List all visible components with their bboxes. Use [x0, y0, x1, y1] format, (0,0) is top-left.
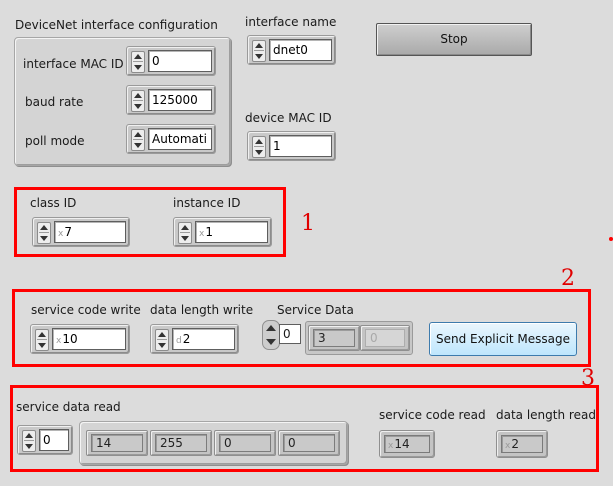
device-mac-id-spinner[interactable]: [252, 136, 266, 158]
service-code-write-input[interactable]: x10: [52, 328, 126, 350]
mac-id-input[interactable]: 0: [148, 50, 212, 72]
hex-radix-indicator: x: [199, 229, 205, 239]
stop-button[interactable]: Stop: [376, 23, 532, 56]
service-data-read-index-spinner[interactable]: [22, 430, 36, 452]
annotation-label-1: 1: [301, 211, 315, 236]
increment-arrow-icon[interactable]: [158, 332, 166, 337]
decrement-arrow-icon[interactable]: [40, 236, 48, 241]
service-data-array: 3 0: [305, 321, 413, 355]
service-data-read-element: 0: [214, 430, 276, 456]
poll-mode-spinner[interactable]: [131, 129, 145, 151]
service-data-element[interactable]: 3: [308, 325, 360, 351]
hex-radix-indicator: x: [505, 441, 511, 451]
decrement-arrow-icon[interactable]: [25, 444, 33, 449]
service-data-read-element: 255: [150, 430, 212, 456]
baud-rate-label: baud rate: [25, 95, 84, 109]
service-data-read-index-input[interactable]: 0: [39, 429, 69, 451]
data-length-write-label: data length write: [150, 303, 254, 317]
mac-id-control[interactable]: 0: [126, 46, 216, 76]
interface-name-label: interface name: [245, 15, 337, 29]
increment-arrow-icon[interactable]: [255, 139, 263, 144]
service-data-read-label: service data read: [16, 400, 121, 414]
increment-arrow-icon[interactable]: [134, 93, 142, 98]
service-code-read-label: service code read: [379, 408, 486, 422]
data-length-write-input[interactable]: d2: [172, 328, 235, 350]
service-data-label: Service Data: [277, 303, 354, 317]
interface-name-input[interactable]: dnet0: [269, 39, 332, 61]
increment-arrow-icon[interactable]: [134, 132, 142, 137]
config-cluster: interface MAC ID 0 baud rate 125000 poll…: [14, 37, 231, 166]
decrement-arrow-icon[interactable]: [255, 54, 263, 59]
increment-arrow-icon[interactable]: [25, 433, 33, 438]
decimal-radix-indicator: d: [176, 336, 182, 346]
class-id-input[interactable]: x7: [54, 221, 126, 243]
class-id-label: class ID: [30, 196, 77, 210]
decrement-arrow-icon[interactable]: [181, 236, 189, 241]
increment-arrow-icon[interactable]: [134, 54, 142, 59]
increment-arrow-icon[interactable]: [40, 225, 48, 230]
device-mac-id-label: device MAC ID: [245, 111, 332, 125]
poll-mode-ring[interactable]: Automati: [126, 124, 216, 154]
service-data-read-element: 0: [278, 430, 340, 456]
data-length-write-spinner[interactable]: [155, 329, 169, 351]
decrement-arrow-icon[interactable]: [266, 339, 276, 345]
class-id-control[interactable]: x7: [32, 217, 130, 247]
config-cluster-title: DeviceNet interface configuration: [15, 18, 218, 32]
instance-id-input[interactable]: x1: [195, 221, 268, 243]
baud-rate-control[interactable]: 125000: [126, 85, 216, 115]
class-id-spinner[interactable]: [37, 222, 51, 244]
data-length-write-control[interactable]: d2: [150, 324, 239, 354]
mac-id-label: interface MAC ID: [23, 57, 124, 71]
increment-arrow-icon[interactable]: [255, 43, 263, 48]
instance-id-control[interactable]: x1: [173, 217, 272, 247]
service-data-index-spinner[interactable]: [262, 320, 280, 350]
service-code-read-indicator: x14: [379, 430, 435, 458]
service-data-element[interactable]: 0: [360, 325, 410, 351]
annotation-label-3: 3: [581, 366, 595, 391]
decrement-arrow-icon[interactable]: [134, 65, 142, 70]
interface-name-spinner[interactable]: [252, 40, 266, 62]
decrement-arrow-icon[interactable]: [134, 143, 142, 148]
data-length-read-label: data length read: [496, 408, 596, 422]
data-length-read-indicator: x2: [496, 430, 548, 458]
device-mac-id-input[interactable]: 1: [269, 135, 332, 157]
decrement-arrow-icon[interactable]: [158, 343, 166, 348]
service-data-read-element: 14: [86, 430, 148, 456]
baud-rate-spinner[interactable]: [131, 90, 145, 112]
mac-id-spinner[interactable]: [131, 51, 145, 73]
instance-id-spinner[interactable]: [178, 222, 192, 244]
service-data-read-index-control[interactable]: 0: [17, 425, 73, 455]
device-mac-id-control[interactable]: 1: [247, 131, 336, 161]
decrement-arrow-icon[interactable]: [255, 150, 263, 155]
annotation-dot: [609, 237, 613, 241]
hex-radix-indicator: x: [56, 336, 62, 346]
increment-arrow-icon[interactable]: [266, 325, 276, 331]
increment-arrow-icon[interactable]: [181, 225, 189, 230]
service-code-write-label: service code write: [31, 303, 141, 317]
annotation-label-2: 2: [561, 266, 575, 291]
decrement-arrow-icon[interactable]: [134, 104, 142, 109]
instance-id-label: instance ID: [173, 196, 241, 210]
service-data-index-input[interactable]: 0: [279, 324, 301, 344]
service-code-write-control[interactable]: x10: [30, 324, 130, 354]
send-explicit-message-button[interactable]: Send Explicit Message: [429, 322, 577, 356]
poll-mode-value[interactable]: Automati: [148, 128, 212, 150]
hex-radix-indicator: x: [388, 441, 394, 451]
interface-name-control[interactable]: dnet0: [247, 35, 336, 65]
service-code-write-spinner[interactable]: [35, 329, 49, 351]
hex-radix-indicator: x: [58, 229, 64, 239]
increment-arrow-icon[interactable]: [38, 332, 46, 337]
decrement-arrow-icon[interactable]: [38, 343, 46, 348]
service-data-read-array: 14 255 0 0: [79, 421, 348, 465]
baud-rate-input[interactable]: 125000: [148, 89, 212, 111]
poll-mode-label: poll mode: [25, 134, 85, 148]
